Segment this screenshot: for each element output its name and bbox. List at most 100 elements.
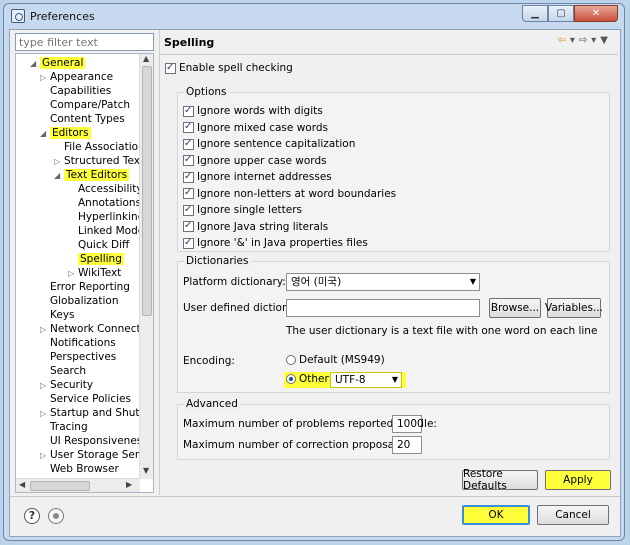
maximize-button[interactable]: ▢ [548, 5, 574, 22]
restore-defaults-button[interactable]: Restore Defaults [462, 468, 538, 492]
checkbox-checked-icon[interactable] [183, 170, 194, 183]
close-button[interactable]: ✕ [574, 5, 618, 22]
view-menu-icon[interactable]: ▼ [600, 35, 608, 46]
user-dictionary-input[interactable] [286, 299, 480, 317]
option-checkbox[interactable]: Ignore words with digits [183, 104, 323, 119]
tree-item[interactable]: ▷ Security [40, 378, 93, 392]
tree-item[interactable]: Error Reporting [40, 280, 130, 294]
tree-item[interactable]: Notifications [40, 336, 116, 350]
max-proposals-input[interactable]: 20 [392, 436, 422, 454]
forward-menu-chevron-icon[interactable]: ▾ [591, 35, 596, 46]
radio-unselected-icon[interactable] [286, 355, 296, 365]
expanded-arrow-icon[interactable]: ◢ [30, 57, 40, 71]
forward-arrow-icon[interactable]: ⇨ [579, 35, 587, 46]
record-macro-icon[interactable] [48, 508, 64, 524]
scroll-up-icon[interactable]: ▲ [143, 54, 149, 63]
tree-item[interactable]: ▷User Storage Service [40, 448, 140, 462]
collapsed-arrow-icon[interactable]: ▷ [40, 407, 50, 421]
pane-divider[interactable] [159, 30, 160, 495]
filter-input[interactable] [15, 33, 154, 51]
scroll-left-icon[interactable]: ◀ [19, 480, 25, 489]
collapsed-arrow-icon[interactable]: ▷ [68, 267, 78, 281]
back-menu-chevron-icon[interactable]: ▾ [570, 35, 575, 46]
ok-button[interactable]: OK [462, 505, 530, 525]
checkbox-checked-icon[interactable] [165, 61, 176, 74]
tree-item[interactable]: ◢ Text Editors [54, 168, 130, 183]
minimize-button[interactable]: ▁ [522, 5, 548, 22]
collapsed-arrow-icon[interactable]: ▷ [40, 379, 50, 393]
tree-item[interactable]: Tracing [40, 420, 88, 434]
other-encoding-select[interactable]: UTF-8 ▼ [330, 372, 402, 388]
tree-item[interactable]: Spelling [68, 252, 124, 266]
checkbox-checked-icon[interactable] [183, 153, 194, 166]
tree-horizontal-scrollbar[interactable]: ◀ ▶ [16, 478, 140, 492]
tree-vertical-scrollbar[interactable]: ▲ ▼ [139, 54, 153, 479]
option-checkbox[interactable]: Ignore non-letters at word boundaries [183, 186, 396, 202]
tree-item[interactable]: Quick Diff [68, 238, 129, 252]
tree-item[interactable]: Web Browser [40, 462, 119, 476]
tree-item[interactable]: Globalization [40, 294, 118, 308]
option-checkbox[interactable]: Ignore Java string literals [183, 219, 328, 235]
tree-item[interactable]: ▷ Appearance [40, 70, 113, 84]
tree-vertical-scroll-thumb[interactable] [142, 66, 152, 316]
tree-item[interactable]: ▷Startup and Shutdown [40, 406, 140, 420]
tree-item[interactable]: Compare/Patch [40, 98, 130, 112]
tree-item[interactable]: ▷Network Connections [40, 322, 140, 336]
expanded-arrow-icon[interactable]: ◢ [54, 169, 64, 183]
tree-item[interactable]: Service Policies [40, 392, 131, 406]
tree-item[interactable]: ▷ Structured Text [54, 154, 140, 168]
option-checkbox[interactable]: Ignore sentence capitalization [183, 137, 355, 152]
checkbox-checked-icon[interactable] [183, 219, 194, 232]
collapsed-arrow-icon[interactable]: ▷ [40, 449, 50, 463]
tree-item[interactable]: Annotations [68, 196, 140, 210]
encoding-label: Encoding: [183, 355, 235, 367]
tree-item[interactable]: File Associations [54, 140, 140, 154]
tree-item-label: Accessibility [78, 183, 140, 195]
scroll-right-icon[interactable]: ▶ [126, 480, 132, 489]
collapsed-arrow-icon[interactable]: ▷ [40, 323, 50, 337]
tree-item[interactable]: Search [40, 364, 86, 378]
dropdown-arrow-icon[interactable]: ▼ [470, 274, 476, 290]
browse-button[interactable]: Browse... [489, 298, 541, 318]
tree-item[interactable]: ◢ General [30, 56, 86, 71]
collapsed-arrow-icon[interactable]: ▷ [40, 71, 50, 85]
radio-selected-icon[interactable] [286, 374, 296, 384]
tree-item[interactable]: ◢ Editors [40, 126, 91, 140]
option-checkbox[interactable]: Ignore upper case words [183, 153, 327, 169]
checkbox-checked-icon[interactable] [183, 203, 194, 216]
variables-button[interactable]: Variables... [545, 298, 603, 318]
checkbox-checked-icon[interactable] [183, 120, 194, 133]
option-checkbox[interactable]: Ignore single letters [183, 203, 302, 218]
tree-item-label: Spelling [78, 253, 124, 265]
checkbox-checked-icon[interactable] [183, 186, 194, 199]
checkbox-checked-icon[interactable] [183, 104, 194, 117]
tree-item[interactable]: Hyperlinking [68, 210, 140, 224]
enable-spell-checking-checkbox[interactable]: Enable spell checking [165, 61, 293, 76]
dropdown-arrow-icon[interactable]: ▼ [392, 373, 398, 387]
tree-item[interactable]: UI Responsiveness Monitoring [40, 434, 140, 448]
tree-horizontal-scroll-thumb[interactable] [30, 481, 90, 491]
checkbox-checked-icon[interactable] [183, 236, 194, 249]
option-checkbox[interactable]: Ignore mixed case words [183, 120, 328, 136]
checkbox-checked-icon[interactable] [183, 137, 194, 150]
expanded-arrow-icon[interactable]: ◢ [40, 127, 50, 141]
scroll-down-icon[interactable]: ▼ [143, 466, 149, 475]
option-label: Ignore internet addresses [197, 171, 332, 183]
tree-item[interactable]: Accessibility [68, 182, 140, 196]
collapsed-arrow-icon[interactable]: ▷ [54, 155, 64, 169]
apply-button[interactable]: Apply [545, 470, 611, 490]
max-problems-input[interactable]: 1000 [392, 415, 424, 433]
cancel-button[interactable]: Cancel [537, 505, 609, 525]
back-arrow-icon[interactable]: ⇦ [557, 35, 565, 46]
tree-item[interactable]: ▷ WikiText [68, 266, 121, 280]
platform-dictionary-select[interactable]: 영어 (미국) ▼ [286, 273, 480, 291]
tree-item[interactable]: Capabilities [40, 84, 111, 98]
option-checkbox[interactable]: Ignore '&' in Java properties files [183, 236, 368, 251]
tree-item[interactable]: Perspectives [40, 350, 116, 364]
option-checkbox[interactable]: Ignore internet addresses [183, 170, 332, 185]
default-encoding-radio[interactable]: Default (MS949) [286, 354, 385, 368]
tree-item[interactable]: Keys [40, 308, 75, 322]
tree-item[interactable]: Content Types [40, 112, 125, 126]
tree-item[interactable]: Linked Mode [68, 224, 140, 238]
help-icon[interactable]: ? [24, 508, 40, 524]
